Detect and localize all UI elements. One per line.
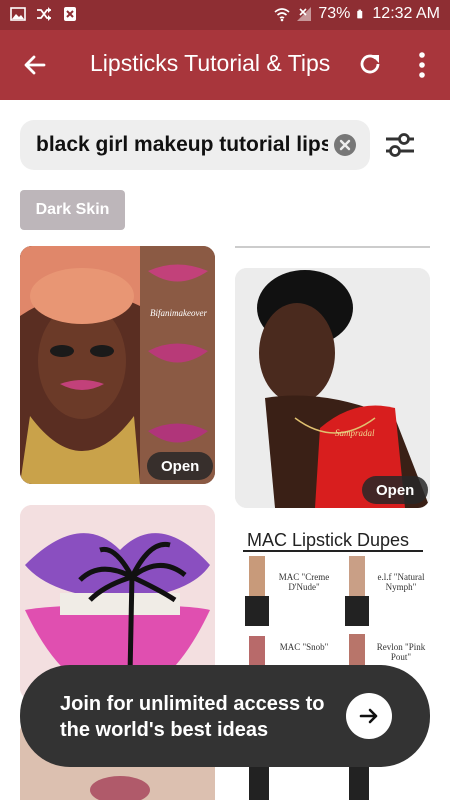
dupe-label: e.l.f "Natural Nymph" [377, 572, 425, 592]
battery-percent: 73% [318, 5, 351, 22]
chip-dark-skin[interactable]: Dark Skin [20, 190, 125, 230]
open-button[interactable]: Open [147, 452, 214, 480]
filter-icon[interactable] [382, 127, 418, 163]
chip-label: Dark Skin [35, 201, 110, 218]
join-banner[interactable]: Join for unlimited access to the world's… [20, 665, 430, 767]
app-bar: Lipsticks Tutorial & Tips [0, 30, 450, 100]
shuffle-icon [37, 7, 51, 21]
pin-image: Sampradal [235, 268, 430, 508]
image-icon [10, 7, 26, 21]
battery-icon [357, 9, 363, 19]
pin-partial-top[interactable] [235, 238, 430, 248]
search-box[interactable]: black girl makeup tutorial lipstick [20, 120, 370, 170]
join-arrow-button[interactable] [346, 693, 392, 739]
clock: 12:32 AM [372, 5, 440, 22]
refresh-icon[interactable] [356, 50, 384, 78]
dupe-label: MAC "Snob" [279, 642, 329, 652]
open-label: Open [161, 457, 200, 475]
page-title: Lipsticks Tutorial & Tips [90, 50, 331, 76]
notification-x-icon [64, 7, 76, 21]
open-button[interactable]: Open [362, 476, 429, 504]
back-arrow-icon[interactable] [22, 52, 48, 78]
more-vert-icon[interactable] [412, 50, 432, 80]
pin-image: Bifanimakeover [20, 246, 215, 484]
clear-search-icon[interactable] [334, 134, 356, 156]
signal-icon [297, 7, 312, 21]
pin-watermark: Bifanimakeover [150, 308, 207, 318]
pin-portrait[interactable]: Sampradal Open [235, 268, 430, 508]
wifi-icon [274, 8, 290, 22]
dupe-label: Revlon "Pink Pout" [376, 642, 426, 662]
search-query[interactable]: black girl makeup tutorial lipstick [36, 133, 328, 157]
status-bar: 73% 12:32 AM [0, 0, 450, 30]
dupe-label: MAC "Creme D'Nude" [278, 572, 330, 592]
arrow-right-icon [359, 708, 378, 724]
join-message: Join for unlimited access to the world's… [60, 693, 325, 741]
open-label: Open [376, 481, 415, 499]
necklace-text: Sampradal [335, 428, 375, 438]
pin-makeup-collage[interactable]: Bifanimakeover Open [20, 246, 215, 484]
